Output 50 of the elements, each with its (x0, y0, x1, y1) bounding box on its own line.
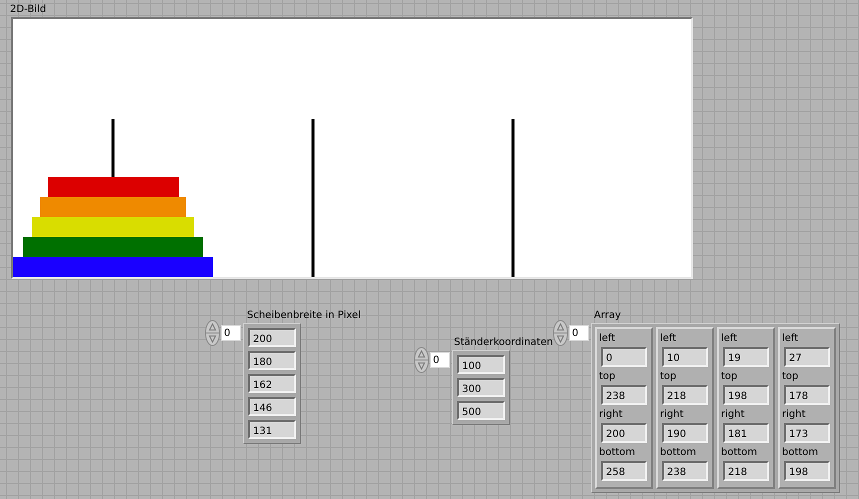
field-label: bottom (660, 446, 698, 460)
index-field[interactable]: 0 (569, 325, 589, 341)
increment-decrement-icon[interactable] (414, 347, 429, 373)
field-label: left (599, 332, 616, 346)
numeric-indicator: 218 (662, 385, 708, 405)
numeric-indicator: 10 (662, 347, 708, 367)
numeric-indicator: 500 (457, 401, 505, 420)
numeric-indicator: 178 (784, 385, 830, 405)
numeric-indicator: 100 (457, 355, 505, 374)
numeric-indicator: 162 (248, 374, 296, 393)
numeric-indicator: 238 (662, 461, 708, 481)
numeric-indicator: 131 (248, 420, 296, 439)
numeric-indicator: 181 (723, 423, 769, 443)
numeric-indicator: 300 (457, 378, 505, 397)
numeric-indicator: 173 (784, 423, 830, 443)
numeric-indicator: 146 (248, 397, 296, 416)
field-label: bottom (599, 446, 636, 460)
numeric-indicator: 200 (601, 423, 647, 443)
numeric-indicator: 238 (601, 385, 647, 405)
field-label: left (721, 332, 738, 346)
numeric-indicator: 27 (784, 347, 830, 367)
picture-label: 2D-Bild (10, 4, 48, 17)
numeric-indicator: 198 (723, 385, 769, 405)
array-label: Scheibenbreite in Pixel (247, 310, 361, 323)
field-label: right (782, 408, 806, 422)
field-label: bottom (721, 446, 758, 460)
numeric-indicator: 0 (601, 347, 647, 367)
field-label: right (599, 408, 624, 422)
field-label: right (660, 408, 684, 422)
field-label: top (660, 370, 678, 384)
field-label: left (782, 332, 800, 346)
field-label: top (721, 370, 738, 384)
numeric-indicator: 19 (723, 347, 769, 367)
numeric-indicator: 258 (601, 461, 647, 481)
index-field[interactable]: 0 (221, 325, 241, 341)
numeric-indicator: 200 (248, 328, 296, 347)
field-label: top (599, 370, 616, 384)
numeric-indicator: 180 (248, 351, 296, 370)
numeric-indicator: 198 (784, 461, 830, 481)
field-label: left (660, 332, 678, 346)
field-label: top (782, 370, 800, 384)
increment-decrement-icon[interactable] (205, 320, 220, 346)
array-label: Array (594, 310, 622, 323)
numeric-indicator: 218 (723, 461, 769, 481)
field-label: right (721, 408, 746, 422)
array-label: Ständerkoordinaten (454, 337, 553, 350)
increment-decrement-icon[interactable] (553, 320, 568, 346)
field-label: bottom (782, 446, 820, 460)
index-field[interactable]: 0 (430, 352, 450, 368)
numeric-indicator: 190 (662, 423, 708, 443)
